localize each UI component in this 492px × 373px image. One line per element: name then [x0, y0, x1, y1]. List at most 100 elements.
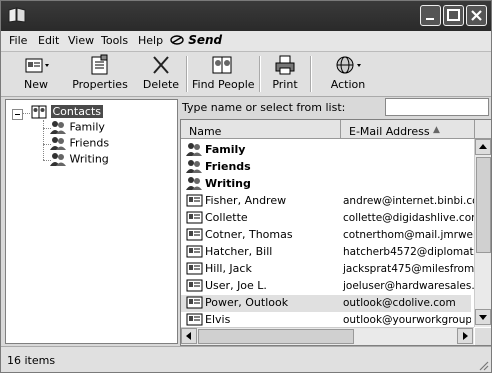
action-label: Action	[330, 78, 366, 91]
list-contact-row[interactable]: Collette collette@digidashlive.com	[181, 210, 481, 227]
column-header-filler	[475, 120, 491, 139]
send-icon	[170, 34, 184, 45]
tree-node-writing[interactable]: Writing	[50, 152, 109, 167]
menu-tools[interactable]: Tools	[101, 34, 128, 47]
address-book-window: File Edit View Tools Help Send New Prope…	[0, 0, 492, 373]
sort-ascending-icon: ▲	[433, 125, 440, 135]
contact-card-icon	[186, 279, 203, 292]
contact-email: collette@digidashlive.com	[343, 212, 482, 224]
scroll-up-button[interactable]	[475, 139, 491, 155]
tree-connector	[43, 120, 44, 160]
contact-email: cotnerthom@mail.jmrweb.	[343, 229, 484, 241]
menu-file[interactable]: File	[9, 34, 27, 47]
new-button[interactable]: New	[13, 54, 59, 91]
vertical-scroll-thumb[interactable]	[476, 157, 491, 253]
minimize-button[interactable]	[420, 5, 441, 26]
group-icon	[50, 121, 66, 134]
contact-card-icon	[186, 245, 203, 258]
print-button[interactable]: Print	[267, 54, 303, 91]
properties-button[interactable]: Properties	[71, 54, 129, 91]
contact-email: outlook@cdolive.com	[343, 297, 456, 309]
search-label: Type name or select from list:	[182, 101, 346, 114]
resize-grip-icon[interactable]	[477, 359, 489, 371]
tree-label-contacts: Contacts	[50, 105, 104, 118]
column-email-label: E-Mail Address	[349, 125, 430, 138]
properties-label: Properties	[72, 78, 128, 91]
list-contact-row[interactable]: Hill, Jack jacksprat475@milesfromh.	[181, 261, 484, 278]
arrow-left-icon	[186, 332, 191, 340]
find-people-label: Find People	[192, 78, 255, 91]
toolbar-separator	[186, 56, 188, 92]
list-group-row[interactable]: Friends	[181, 159, 471, 176]
column-header-email[interactable]: E-Mail Address ▲	[341, 120, 475, 139]
list-contact-row[interactable]: Hatcher, Bill hatcherb4572@diplomat.n	[181, 244, 484, 261]
contact-name: Collette	[205, 211, 248, 224]
title-bar	[1, 1, 491, 31]
column-header-name[interactable]: Name	[181, 120, 341, 139]
tree-node-contacts[interactable]: Contacts	[31, 105, 104, 119]
tree-label-friends: Friends	[69, 136, 110, 150]
menu-send[interactable]: Send	[170, 32, 222, 47]
contact-card-icon	[186, 313, 203, 326]
group-icon	[186, 143, 202, 156]
action-button[interactable]: Action	[327, 54, 369, 91]
scroll-right-button[interactable]	[457, 328, 473, 344]
horizontal-scrollbar[interactable]	[181, 327, 474, 345]
list-contact-row[interactable]: Elvis outlook@yourworkgroup	[181, 312, 471, 327]
close-icon	[471, 10, 482, 21]
contact-name: Hill, Jack	[205, 262, 252, 275]
search-input[interactable]	[385, 98, 489, 116]
delete-icon	[153, 56, 169, 74]
contact-email: jacksprat475@milesfromh.	[343, 263, 485, 275]
new-contact-icon	[25, 58, 49, 73]
contacts-list: Name E-Mail Address ▲ Family Friends Wri…	[180, 119, 491, 346]
contact-email: outlook@yourworkgroup	[343, 314, 471, 326]
arrow-up-icon	[479, 144, 487, 149]
menu-help[interactable]: Help	[138, 34, 163, 47]
column-name-label: Name	[189, 125, 222, 138]
contact-email: hatcherb4572@diplomat.n	[343, 246, 484, 258]
scroll-left-button[interactable]	[181, 328, 197, 344]
maximize-button[interactable]	[443, 5, 464, 26]
arrow-down-icon	[479, 315, 487, 320]
vertical-scrollbar[interactable]	[474, 139, 491, 327]
arrow-right-icon	[463, 332, 468, 340]
close-button[interactable]	[466, 5, 487, 26]
list-group-row[interactable]: Family	[181, 142, 471, 159]
group-icon	[186, 177, 202, 190]
scroll-down-button[interactable]	[475, 309, 491, 325]
maximize-icon	[447, 9, 460, 21]
contact-name: Hatcher, Bill	[205, 245, 273, 258]
list-contact-row-selected[interactable]: Power, Outlook outlook@cdolive.com	[181, 295, 471, 312]
menu-bar: File Edit View Tools Help Send	[1, 31, 491, 52]
contact-email: andrew@internet.binbi.con	[343, 195, 486, 207]
address-book-icon[interactable]	[8, 7, 26, 23]
group-icon	[186, 160, 202, 173]
properties-icon	[91, 54, 108, 75]
list-contact-row[interactable]: User, Joe L. joeluser@hardwaresales.c	[181, 278, 480, 295]
toolbar-separator	[259, 56, 261, 92]
contact-name: Cotner, Thomas	[205, 228, 293, 241]
contact-name: Power, Outlook	[205, 296, 289, 309]
horizontal-scroll-thumb[interactable]	[198, 329, 354, 344]
contact-name: Fisher, Andrew	[205, 194, 287, 207]
collapse-toggle[interactable]	[12, 109, 23, 120]
list-contact-row[interactable]: Cotner, Thomas cotnerthom@mail.jmrweb.	[181, 227, 483, 244]
contacts-book-icon	[31, 105, 47, 119]
list-contact-row[interactable]: Fisher, Andrew andrew@internet.binbi.con	[181, 193, 485, 210]
printer-icon	[275, 55, 295, 75]
tree-label-family: Family	[69, 120, 105, 134]
contact-card-icon	[186, 194, 203, 207]
menu-view[interactable]: View	[68, 34, 94, 47]
group-name: Family	[205, 143, 246, 156]
send-label: Send	[188, 32, 223, 47]
menu-edit[interactable]: Edit	[38, 34, 59, 47]
status-bar: 16 items	[1, 346, 491, 372]
delete-button[interactable]: Delete	[141, 54, 181, 91]
contact-card-icon	[186, 296, 203, 309]
item-count: 16 items	[7, 354, 56, 367]
find-people-button[interactable]: Find People	[192, 54, 255, 91]
tree-node-family[interactable]: Family	[50, 120, 105, 135]
tree-node-friends[interactable]: Friends	[50, 136, 109, 151]
list-group-row[interactable]: Writing	[181, 176, 471, 193]
